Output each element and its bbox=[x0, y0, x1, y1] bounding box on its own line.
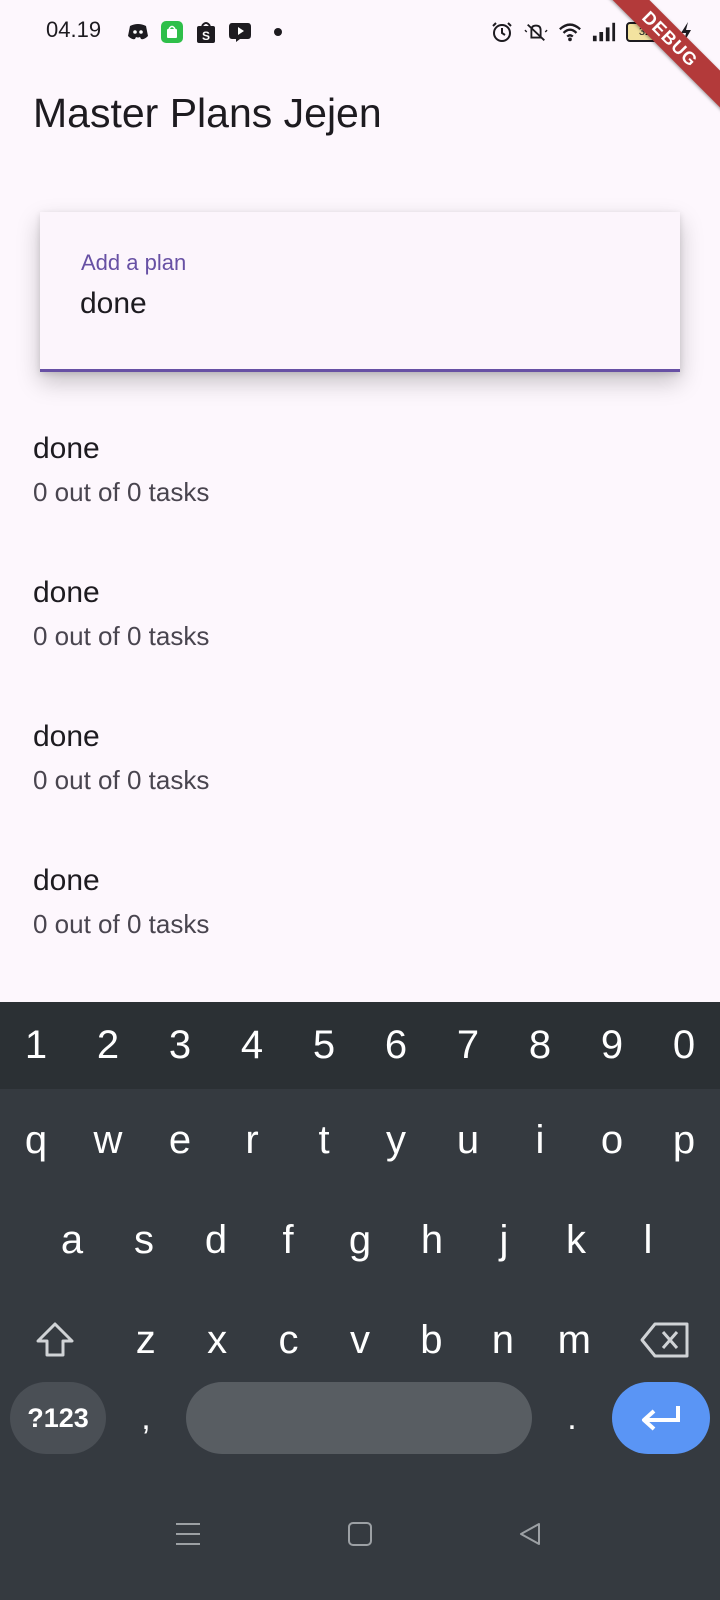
key-w[interactable]: w bbox=[72, 1090, 144, 1190]
plan-task-count: 0 out of 0 tasks bbox=[33, 477, 210, 507]
key-9[interactable]: 9 bbox=[576, 1002, 648, 1089]
key-f[interactable]: f bbox=[252, 1190, 324, 1290]
page-title: Master Plans Jejen bbox=[33, 90, 382, 136]
key-g[interactable]: g bbox=[324, 1190, 396, 1290]
shopee-icon: S bbox=[194, 20, 218, 44]
add-plan-card: Add a plan bbox=[40, 212, 680, 372]
enter-key[interactable] bbox=[612, 1382, 710, 1454]
list-item[interactable]: done 0 out of 0 tasks bbox=[0, 432, 720, 576]
backspace-key[interactable] bbox=[610, 1290, 720, 1390]
key-8[interactable]: 8 bbox=[504, 1002, 576, 1089]
status-bar: 04.19 S 32 DE bbox=[0, 0, 720, 119]
system-nav-bar bbox=[0, 1502, 720, 1562]
keyboard-row-2: a s d f g h j k l bbox=[0, 1190, 720, 1290]
key-i[interactable]: i bbox=[504, 1090, 576, 1190]
key-6[interactable]: 6 bbox=[360, 1002, 432, 1089]
add-plan-input[interactable] bbox=[80, 282, 640, 326]
key-2[interactable]: 2 bbox=[72, 1002, 144, 1089]
soft-keyboard: 1 2 3 4 5 6 7 8 9 0 q w e r t y u i o p … bbox=[0, 1002, 720, 1600]
key-m[interactable]: m bbox=[539, 1290, 610, 1390]
notification-icons: S bbox=[126, 18, 286, 46]
key-0[interactable]: 0 bbox=[648, 1002, 720, 1089]
key-5[interactable]: 5 bbox=[288, 1002, 360, 1089]
status-time: 04.19 bbox=[46, 17, 102, 42]
key-v[interactable]: v bbox=[324, 1290, 395, 1390]
menu-icon bbox=[176, 1523, 200, 1545]
symbols-key[interactable]: ?123 bbox=[10, 1382, 106, 1454]
discord-icon bbox=[126, 20, 150, 44]
key-j[interactable]: j bbox=[468, 1190, 540, 1290]
comma-key[interactable]: , bbox=[130, 1382, 162, 1454]
key-s[interactable]: s bbox=[108, 1190, 180, 1290]
alarm-icon bbox=[490, 20, 514, 44]
home-icon bbox=[348, 1522, 372, 1546]
plan-title: done bbox=[33, 576, 100, 609]
svg-text:S: S bbox=[202, 29, 210, 43]
plan-task-count: 0 out of 0 tasks bbox=[33, 909, 210, 939]
key-u[interactable]: u bbox=[432, 1090, 504, 1190]
key-a[interactable]: a bbox=[36, 1190, 108, 1290]
key-l[interactable]: l bbox=[612, 1190, 684, 1290]
space-key[interactable] bbox=[186, 1382, 532, 1454]
home-button[interactable] bbox=[342, 1516, 378, 1552]
recents-button[interactable] bbox=[170, 1516, 206, 1552]
key-b[interactable]: b bbox=[396, 1290, 467, 1390]
app-store-icon bbox=[160, 20, 184, 44]
backspace-icon bbox=[640, 1322, 689, 1358]
key-p[interactable]: p bbox=[648, 1090, 720, 1190]
key-n[interactable]: n bbox=[467, 1290, 538, 1390]
key-h[interactable]: h bbox=[396, 1190, 468, 1290]
mute-icon bbox=[524, 20, 548, 44]
input-underline bbox=[40, 369, 680, 372]
plan-task-count: 0 out of 0 tasks bbox=[33, 765, 210, 795]
key-k[interactable]: k bbox=[540, 1190, 612, 1290]
notification-dot-icon bbox=[262, 20, 286, 44]
key-3[interactable]: 3 bbox=[144, 1002, 216, 1089]
list-item[interactable]: done 0 out of 0 tasks bbox=[0, 720, 720, 864]
plan-list: done 0 out of 0 tasks done 0 out of 0 ta… bbox=[0, 432, 720, 1008]
key-t[interactable]: t bbox=[288, 1090, 360, 1190]
back-icon bbox=[520, 1523, 540, 1545]
plan-title: done bbox=[33, 720, 100, 753]
shift-icon bbox=[36, 1322, 74, 1357]
enter-icon bbox=[642, 1406, 680, 1431]
youtube-icon bbox=[228, 20, 252, 44]
period-key[interactable]: . bbox=[556, 1382, 588, 1454]
signal-icon bbox=[592, 20, 616, 44]
keyboard-number-row: 1 2 3 4 5 6 7 8 9 0 bbox=[0, 1002, 720, 1089]
keyboard-bottom-row: ?123 , . bbox=[0, 1382, 720, 1466]
key-1[interactable]: 1 bbox=[0, 1002, 72, 1089]
key-d[interactable]: d bbox=[180, 1190, 252, 1290]
list-item[interactable]: done 0 out of 0 tasks bbox=[0, 864, 720, 1008]
key-7[interactable]: 7 bbox=[432, 1002, 504, 1089]
key-x[interactable]: x bbox=[181, 1290, 252, 1390]
list-item[interactable]: done 0 out of 0 tasks bbox=[0, 576, 720, 720]
keyboard-row-1: q w e r t y u i o p bbox=[0, 1090, 720, 1190]
plan-task-count: 0 out of 0 tasks bbox=[33, 621, 210, 651]
key-y[interactable]: y bbox=[360, 1090, 432, 1190]
key-z[interactable]: z bbox=[110, 1290, 181, 1390]
plan-title: done bbox=[33, 864, 100, 897]
add-plan-label: Add a plan bbox=[81, 250, 187, 275]
wifi-icon bbox=[558, 20, 582, 44]
plan-title: done bbox=[33, 432, 100, 465]
keyboard-row-3: z x c v b n m bbox=[0, 1290, 720, 1390]
key-r[interactable]: r bbox=[216, 1090, 288, 1190]
back-button[interactable] bbox=[512, 1516, 548, 1552]
key-e[interactable]: e bbox=[144, 1090, 216, 1190]
key-o[interactable]: o bbox=[576, 1090, 648, 1190]
key-q[interactable]: q bbox=[0, 1090, 72, 1190]
key-4[interactable]: 4 bbox=[216, 1002, 288, 1089]
shift-key[interactable] bbox=[0, 1290, 110, 1390]
key-c[interactable]: c bbox=[253, 1290, 324, 1390]
